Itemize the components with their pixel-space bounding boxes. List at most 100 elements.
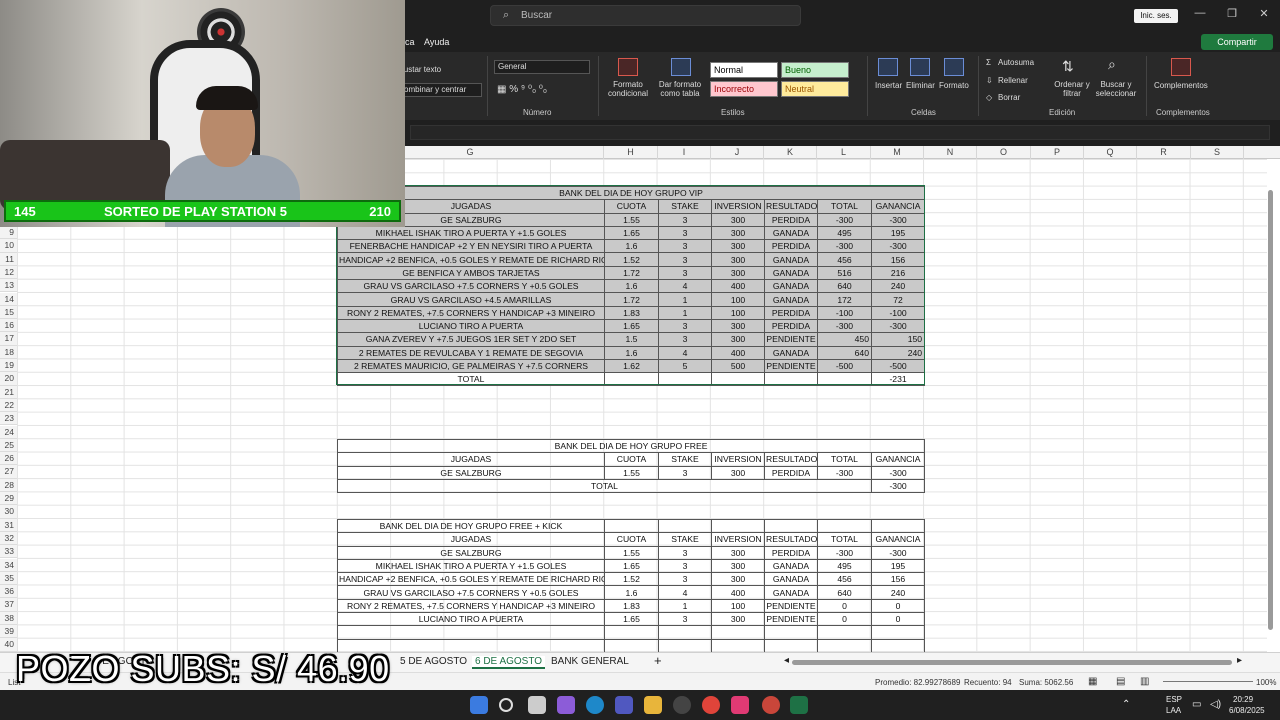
table-cell[interactable]: 300: [711, 612, 765, 627]
copilot-icon[interactable]: [557, 696, 575, 714]
table-cell[interactable]: 300: [711, 545, 765, 560]
col-header-k[interactable]: K: [764, 146, 817, 159]
delete-button[interactable]: Eliminar: [906, 81, 935, 90]
row-header[interactable]: 19: [0, 359, 17, 373]
row-header[interactable]: 35: [0, 571, 17, 586]
fill-icon[interactable]: ⇩: [986, 76, 993, 85]
table-cell[interactable]: GANADA: [764, 572, 818, 587]
menu-partial-tab[interactable]: ca: [405, 37, 415, 47]
col-header-q[interactable]: Q: [1084, 146, 1137, 159]
style-neutral[interactable]: Neutral: [781, 81, 849, 97]
col-header-h[interactable]: H: [604, 146, 658, 159]
fill-button[interactable]: Rellenar: [998, 76, 1028, 85]
table-cell[interactable]: PENDIENTE: [764, 598, 818, 614]
table-cell[interactable]: [658, 638, 712, 653]
table-cell[interactable]: 400: [711, 585, 765, 600]
table-cell[interactable]: 1.6: [604, 585, 659, 600]
delete-icon[interactable]: [910, 58, 930, 76]
table-cell[interactable]: [871, 625, 925, 640]
table-cell[interactable]: 3: [658, 612, 712, 627]
table-cell[interactable]: 100: [711, 598, 765, 614]
teams-icon[interactable]: [615, 696, 633, 714]
wrap-text-button[interactable]: justar texto: [402, 65, 441, 74]
row-header[interactable]: 10: [0, 239, 17, 253]
table-cell[interactable]: 495: [817, 558, 872, 574]
horizontal-scrollbar[interactable]: [792, 660, 1232, 665]
table-cell[interactable]: 640: [817, 585, 872, 600]
sort-filter-icon[interactable]: ⇅: [1062, 58, 1074, 75]
style-good[interactable]: Bueno: [781, 62, 849, 78]
scroll-left-icon[interactable]: ◂: [784, 655, 789, 666]
volume-icon[interactable]: ◁): [1210, 699, 1221, 710]
table-cell[interactable]: 300: [711, 465, 765, 480]
row-header[interactable]: 38: [0, 611, 17, 625]
table-cell[interactable]: 1.55: [604, 465, 659, 480]
format-table-icon[interactable]: [671, 58, 691, 76]
table-cell[interactable]: [817, 638, 872, 653]
sheet-tab-bank-general[interactable]: BANK GENERAL: [551, 656, 629, 667]
table-cell[interactable]: 1: [658, 598, 712, 614]
table-cell[interactable]: 156: [871, 572, 925, 587]
col-header-l[interactable]: L: [817, 146, 871, 159]
kick-bank-table[interactable]: BANK DEL DIA DE HOY GRUPO FREE + KICK JU…: [337, 518, 925, 653]
vertical-scrollbar[interactable]: [1268, 190, 1273, 630]
insert-button[interactable]: Insertar: [875, 81, 902, 90]
col-header-p[interactable]: P: [1031, 146, 1084, 159]
table-cell[interactable]: -300: [870, 465, 926, 480]
row-header[interactable]: 15: [0, 305, 17, 320]
table-cell[interactable]: LUCIANO TIRO A PUERTA: [337, 612, 605, 627]
table-cell[interactable]: [337, 625, 605, 640]
table-cell[interactable]: [711, 638, 765, 653]
sheet-tab-5-agosto[interactable]: 5 DE AGOSTO: [400, 656, 467, 667]
col-header-s[interactable]: S: [1191, 146, 1244, 159]
table-cell[interactable]: [764, 625, 818, 640]
table-cell[interactable]: [658, 625, 712, 640]
row-header[interactable]: 30: [0, 505, 17, 519]
chrome-profile-icon[interactable]: [762, 696, 780, 714]
table-cell[interactable]: 4: [658, 585, 712, 600]
clock-time[interactable]: 20:29: [1233, 695, 1253, 704]
table-cell[interactable]: [817, 625, 872, 640]
conditional-format-button[interactable]: Formato condicional: [604, 80, 652, 98]
table-cell[interactable]: 3: [658, 545, 712, 560]
autosum-button[interactable]: Autosuma: [998, 58, 1034, 67]
sheet-tab-6-agosto[interactable]: 6 DE AGOSTO: [472, 656, 546, 669]
table-cell[interactable]: [604, 638, 659, 653]
restore-icon[interactable]: ❐: [1222, 7, 1242, 20]
row-header[interactable]: 20: [0, 372, 17, 386]
zoom-slider[interactable]: [1163, 681, 1253, 682]
table-cell[interactable]: 1.55: [604, 545, 659, 560]
table-cell[interactable]: 1.52: [604, 572, 659, 587]
table-cell[interactable]: MIKHAEL ISHAK TIRO A PUERTA Y +1.5 GOLES: [337, 558, 605, 574]
page-break-icon[interactable]: ▥: [1140, 676, 1149, 687]
style-normal[interactable]: Normal: [710, 62, 778, 78]
row-header[interactable]: 22: [0, 398, 17, 413]
merge-center-button[interactable]: ombinar y centrar: [400, 83, 482, 97]
table-cell[interactable]: 195: [871, 558, 925, 574]
table-cell[interactable]: HANDICAP +2 BENFICA, +0.5 GOLES Y REMATE…: [337, 572, 605, 587]
table-cell[interactable]: 1.65: [604, 558, 659, 574]
insert-icon[interactable]: [878, 58, 898, 76]
table-cell[interactable]: GANADA: [764, 558, 818, 574]
formula-input[interactable]: [410, 125, 1270, 140]
col-header-i[interactable]: I: [658, 146, 711, 159]
row-header[interactable]: 13: [0, 279, 17, 293]
table-cell[interactable]: [764, 638, 818, 653]
table-cell[interactable]: 3: [658, 465, 712, 480]
lang-code[interactable]: ESP: [1166, 695, 1182, 704]
table-cell[interactable]: [604, 625, 659, 640]
col-header-o[interactable]: O: [977, 146, 1031, 159]
row-header[interactable]: 31: [0, 518, 17, 532]
edge-icon[interactable]: [586, 696, 604, 714]
table-cell[interactable]: 1.65: [604, 612, 659, 627]
tray-chevron-icon[interactable]: ⌃: [1122, 699, 1130, 710]
find-select-button[interactable]: Buscar y seleccionar: [1092, 80, 1140, 98]
row-header[interactable]: 25: [0, 438, 17, 453]
free-bank-table[interactable]: BANK DEL DIA DE HOY GRUPO FREE JUGADAS CU…: [336, 438, 926, 494]
row-header[interactable]: 33: [0, 545, 17, 559]
sign-in-button[interactable]: Inic. ses.: [1134, 9, 1178, 23]
table-cell[interactable]: 240: [871, 585, 925, 600]
conditional-format-icon[interactable]: [618, 58, 638, 76]
row-header[interactable]: 27: [0, 465, 17, 479]
table-cell[interactable]: [711, 625, 765, 640]
